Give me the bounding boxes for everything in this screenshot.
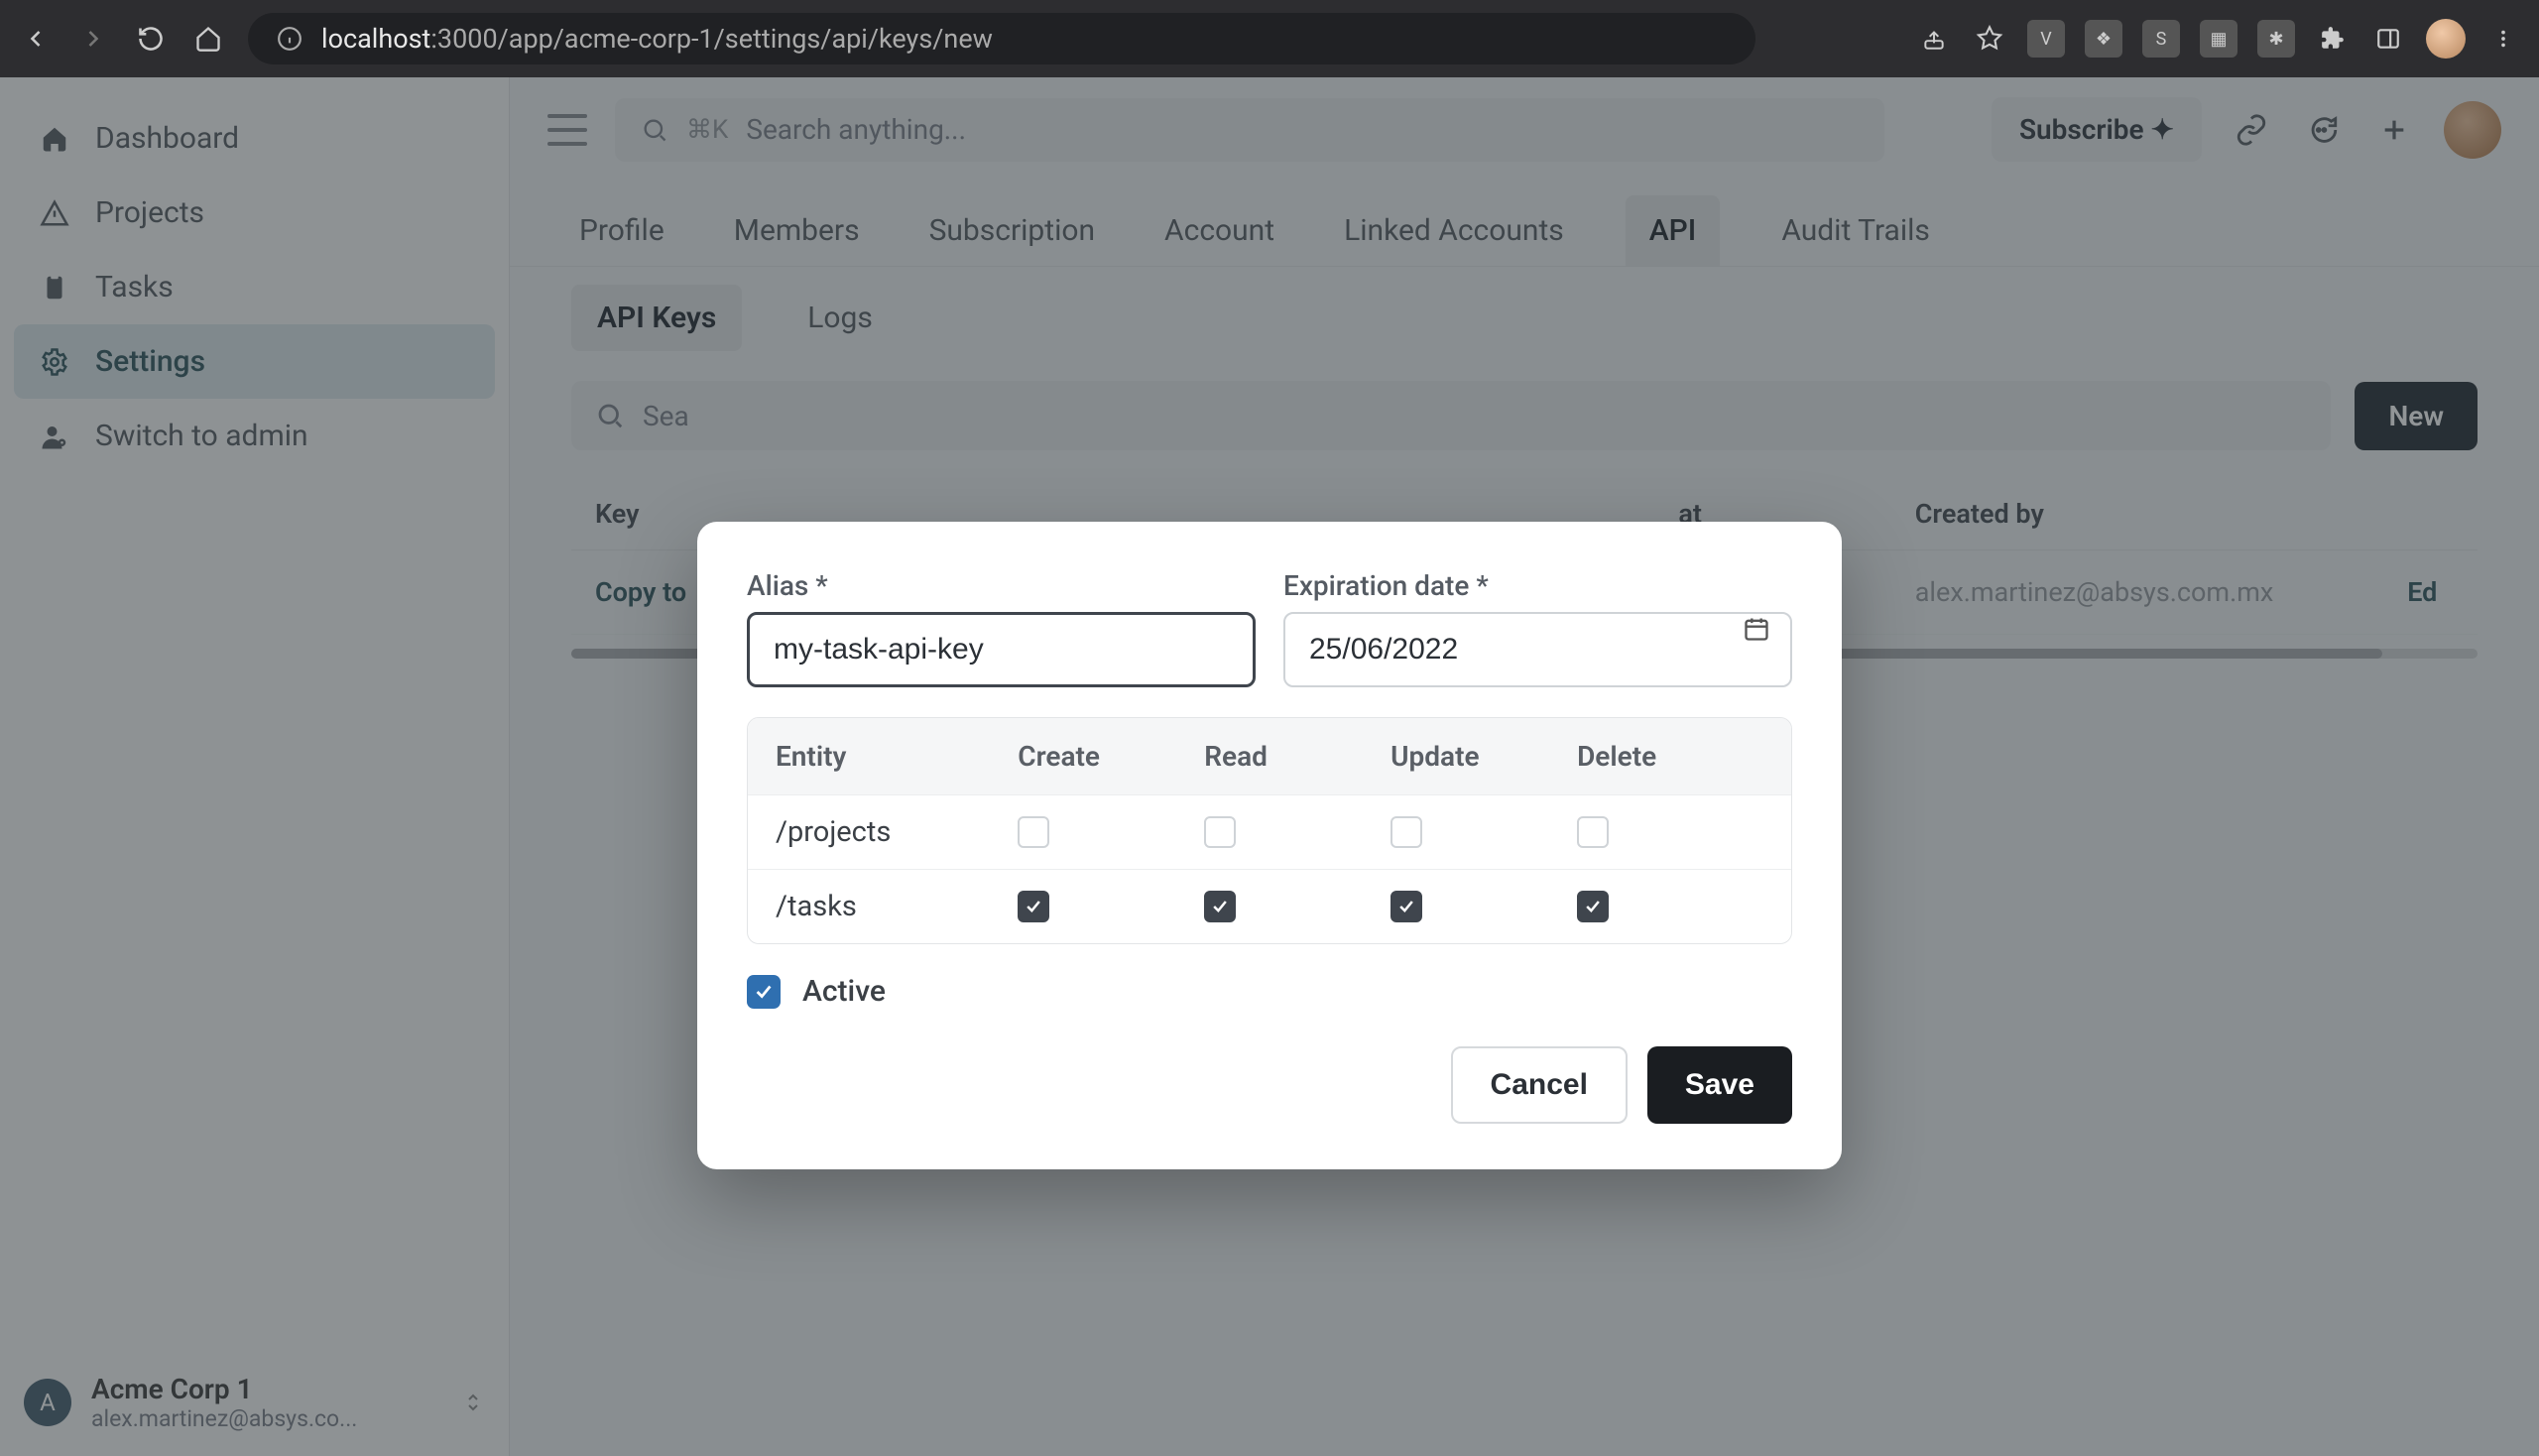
alias-input[interactable] xyxy=(747,612,1256,687)
extension-icon[interactable]: ▦ xyxy=(2200,20,2237,58)
perm-entity: /projects xyxy=(776,815,1018,849)
more-icon[interactable] xyxy=(2485,21,2521,57)
save-button[interactable]: Save xyxy=(1647,1046,1792,1124)
alias-label: Alias * xyxy=(747,569,1256,602)
perm-row-tasks: /tasks xyxy=(748,869,1791,943)
url-text: localhost:3000/app/acme-corp-1/settings/… xyxy=(321,23,993,55)
perm-col-create: Create xyxy=(1018,740,1204,773)
chrome-right: V ❖ S ▦ ✱ xyxy=(1916,19,2521,59)
back-icon[interactable] xyxy=(18,21,54,57)
browser-chrome: localhost:3000/app/acme-corp-1/settings/… xyxy=(0,0,2539,77)
forward-icon[interactable] xyxy=(75,21,111,57)
panel-icon[interactable] xyxy=(2370,21,2406,57)
permissions-table: Entity Create Read Update Delete /projec… xyxy=(747,717,1792,944)
checkbox-projects-create[interactable] xyxy=(1018,816,1049,848)
checkbox-tasks-delete[interactable] xyxy=(1577,891,1609,922)
app-shell: Dashboard Projects Tasks Settings xyxy=(0,77,2539,1456)
expiration-label: Expiration date * xyxy=(1283,569,1792,602)
checkbox-projects-read[interactable] xyxy=(1204,816,1236,848)
star-icon[interactable] xyxy=(1972,21,2007,57)
chrome-avatar[interactable] xyxy=(2426,19,2466,59)
extensions-icon[interactable] xyxy=(2315,21,2351,57)
info-icon[interactable] xyxy=(272,21,307,57)
active-label: Active xyxy=(802,974,886,1009)
new-api-key-modal: Alias * Expiration date * Entity Create … xyxy=(697,522,1842,1169)
extension-icon[interactable]: ✱ xyxy=(2257,20,2295,58)
expiration-field: Expiration date * xyxy=(1283,569,1792,687)
cancel-button[interactable]: Cancel xyxy=(1451,1046,1628,1124)
perm-col-update: Update xyxy=(1390,740,1577,773)
alias-field: Alias * xyxy=(747,569,1256,687)
checkbox-tasks-read[interactable] xyxy=(1204,891,1236,922)
calendar-icon[interactable] xyxy=(1743,615,1770,643)
checkbox-projects-update[interactable] xyxy=(1390,816,1422,848)
extension-icon[interactable]: V xyxy=(2027,20,2065,58)
checkbox-projects-delete[interactable] xyxy=(1577,816,1609,848)
active-checkbox[interactable] xyxy=(747,975,781,1009)
perm-col-entity: Entity xyxy=(776,740,1018,773)
perm-col-delete: Delete xyxy=(1577,740,1763,773)
checkbox-tasks-create[interactable] xyxy=(1018,891,1049,922)
active-row[interactable]: Active xyxy=(747,974,1792,1009)
url-bar[interactable]: localhost:3000/app/acme-corp-1/settings/… xyxy=(248,13,1755,64)
extension-icon[interactable]: ❖ xyxy=(2085,20,2122,58)
checkbox-tasks-update[interactable] xyxy=(1390,891,1422,922)
reload-icon[interactable] xyxy=(133,21,169,57)
perm-col-read: Read xyxy=(1204,740,1390,773)
expiration-input[interactable] xyxy=(1283,612,1792,687)
extension-icon[interactable]: S xyxy=(2142,20,2180,58)
perm-row-projects: /projects xyxy=(748,794,1791,869)
modal-actions: Cancel Save xyxy=(747,1046,1792,1124)
home-icon[interactable] xyxy=(190,21,226,57)
perm-entity: /tasks xyxy=(776,890,1018,923)
share-icon[interactable] xyxy=(1916,21,1952,57)
